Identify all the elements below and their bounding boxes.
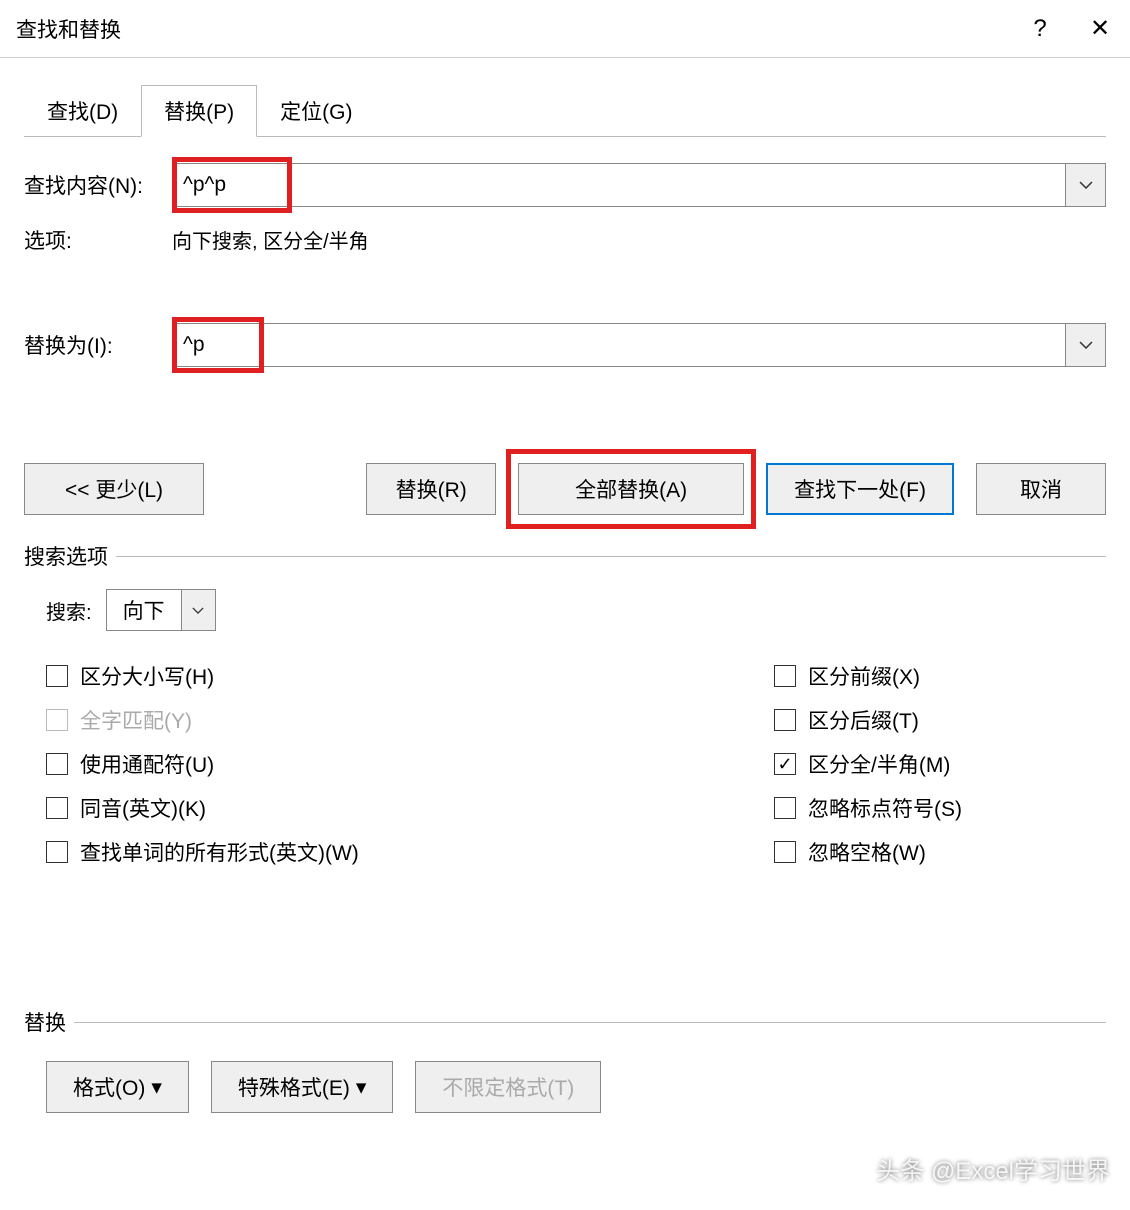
- search-direction-combo[interactable]: 向下: [106, 589, 216, 631]
- check-prefix[interactable]: 区分前缀(X): [774, 661, 1084, 691]
- checkbox-column-right: 区分前缀(X) 区分后缀(T) 区分全/半角(M) 忽略标点符号(S) 忽略空格…: [774, 647, 1084, 907]
- checkbox-icon: [774, 841, 796, 863]
- replace-button[interactable]: 替换(R): [366, 463, 496, 515]
- replace-label: 替换为(I):: [24, 330, 172, 360]
- find-next-button[interactable]: 查找下一处(F): [766, 463, 954, 515]
- chevron-down-icon: [1079, 181, 1093, 189]
- window-title: 查找和替换: [16, 14, 121, 44]
- check-match-case[interactable]: 区分大小写(H): [46, 661, 774, 691]
- check-whole-word: 全字匹配(Y): [46, 705, 774, 735]
- checkbox-icon: [46, 841, 68, 863]
- check-suffix[interactable]: 区分后缀(T): [774, 705, 1084, 735]
- check-ignore-space[interactable]: 忽略空格(W): [774, 837, 1084, 867]
- search-direction-row: 搜索: 向下: [46, 589, 1084, 631]
- find-label: 查找内容(N):: [24, 170, 172, 200]
- format-button[interactable]: 格式(O)▾: [46, 1061, 189, 1113]
- window-controls: ? ✕: [1010, 0, 1130, 57]
- replace-fieldset-legend: 替换: [24, 1007, 74, 1037]
- search-direction-dropdown[interactable]: [181, 590, 215, 630]
- titlebar: 查找和替换 ? ✕: [0, 0, 1130, 58]
- close-button[interactable]: ✕: [1070, 0, 1130, 57]
- checkbox-icon: [46, 709, 68, 731]
- tab-bar: 查找(D) 替换(P) 定位(G): [24, 84, 1106, 137]
- special-format-button[interactable]: 特殊格式(E)▾: [211, 1061, 394, 1113]
- search-direction-label: 搜索:: [46, 596, 92, 625]
- replace-row: 替换为(I):: [24, 323, 1106, 367]
- checkbox-icon: [774, 797, 796, 819]
- find-combo: [172, 163, 1106, 207]
- options-label: 选项:: [24, 225, 172, 255]
- checkbox-column-left: 区分大小写(H) 全字匹配(Y) 使用通配符(U) 同音(英文)(K) 查找单词…: [46, 647, 774, 907]
- cancel-button[interactable]: 取消: [976, 463, 1106, 515]
- tab-goto[interactable]: 定位(G): [257, 85, 375, 137]
- caret-down-icon: ▾: [356, 1075, 367, 1100]
- replace-combo: [172, 323, 1106, 367]
- caret-down-icon: ▾: [151, 1075, 162, 1100]
- options-value: 向下搜索, 区分全/半角: [172, 225, 369, 255]
- less-button[interactable]: << 更少(L): [24, 463, 204, 515]
- check-full-half-width[interactable]: 区分全/半角(M): [774, 749, 1084, 779]
- checkbox-icon: [46, 753, 68, 775]
- find-row: 查找内容(N):: [24, 163, 1106, 207]
- search-direction-value: 向下: [107, 595, 181, 625]
- replace-dropdown-button[interactable]: [1065, 324, 1105, 366]
- help-button[interactable]: ?: [1010, 0, 1070, 57]
- check-word-forms[interactable]: 查找单词的所有形式(英文)(W): [46, 837, 774, 867]
- checkbox-icon: [774, 665, 796, 687]
- replace-all-button[interactable]: 全部替换(A): [518, 463, 744, 515]
- find-options-row: 选项: 向下搜索, 区分全/半角: [24, 225, 1106, 255]
- watermark: 头条 @Excel学习世界: [876, 1151, 1110, 1186]
- checkbox-icon: [774, 753, 796, 775]
- search-options-fieldset: 搜索选项 搜索: 向下 区分大小写(H) 全字匹配(Y) 使用通配符(U) 同音…: [24, 541, 1106, 907]
- replace-fieldset: 替换 格式(O)▾ 特殊格式(E)▾ 不限定格式(T): [24, 1007, 1106, 1113]
- check-ignore-punct[interactable]: 忽略标点符号(S): [774, 793, 1084, 823]
- checkbox-icon: [46, 665, 68, 687]
- replace-format-buttons: 格式(O)▾ 特殊格式(E)▾ 不限定格式(T): [24, 1037, 1106, 1113]
- checkbox-columns: 区分大小写(H) 全字匹配(Y) 使用通配符(U) 同音(英文)(K) 查找单词…: [46, 647, 1084, 907]
- no-format-button: 不限定格式(T): [415, 1061, 601, 1113]
- chevron-down-icon: [192, 607, 204, 614]
- chevron-down-icon: [1079, 341, 1093, 349]
- check-sounds-like[interactable]: 同音(英文)(K): [46, 793, 774, 823]
- find-input[interactable]: [173, 169, 1065, 201]
- tab-replace[interactable]: 替换(P): [141, 85, 257, 137]
- search-options-legend: 搜索选项: [24, 541, 116, 571]
- checkbox-icon: [774, 709, 796, 731]
- check-wildcards[interactable]: 使用通配符(U): [46, 749, 774, 779]
- button-row: << 更少(L) 替换(R) 全部替换(A) 查找下一处(F) 取消: [24, 463, 1106, 515]
- dialog-body: 查找(D) 替换(P) 定位(G) 查找内容(N): 选项: 向下搜索, 区分全…: [0, 58, 1130, 1121]
- checkbox-icon: [46, 797, 68, 819]
- find-dropdown-button[interactable]: [1065, 164, 1105, 206]
- tab-find[interactable]: 查找(D): [24, 85, 141, 137]
- replace-input[interactable]: [173, 329, 1065, 361]
